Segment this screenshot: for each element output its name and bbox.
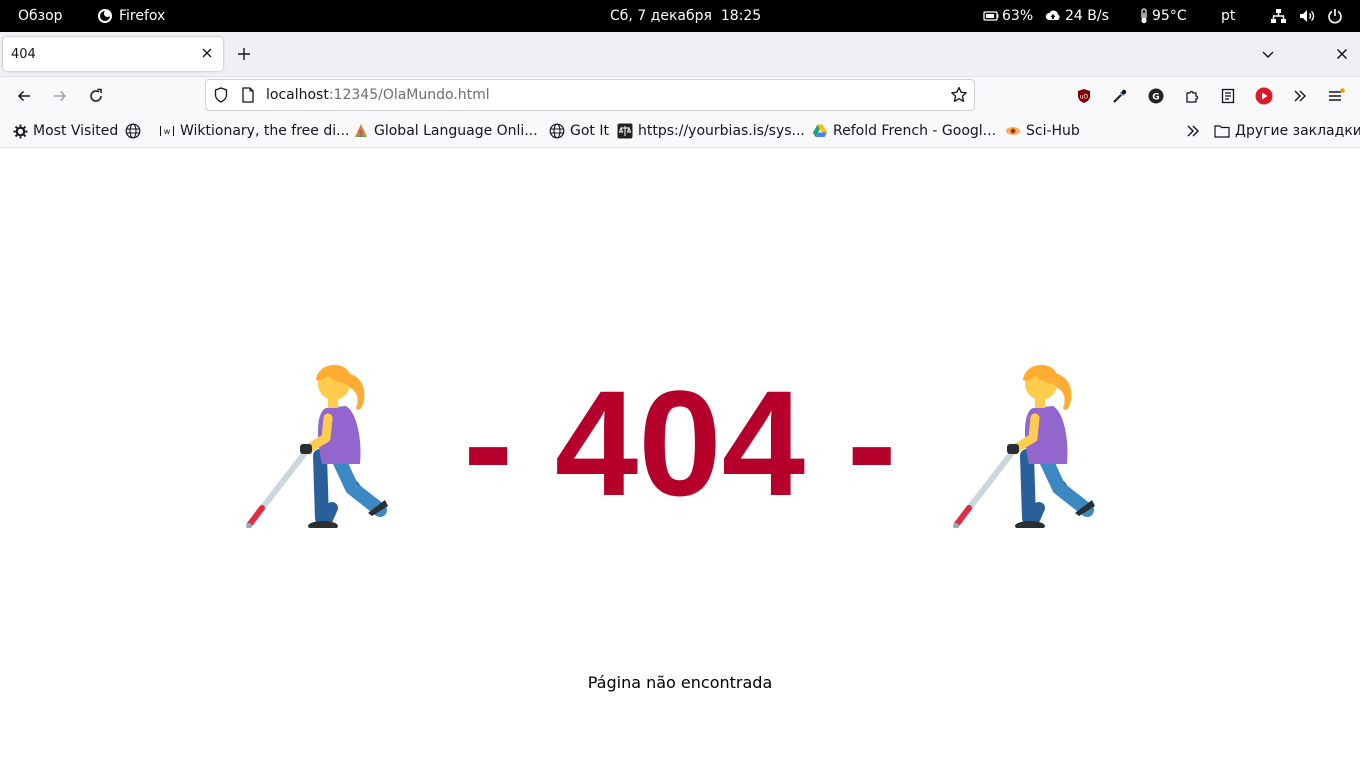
battery-indicator[interactable]: 63% xyxy=(983,0,1033,32)
arrow-left-icon xyxy=(17,90,30,102)
bookmark-label: Sci-Hub xyxy=(1026,123,1080,139)
bookmarks-toolbar: Most Visited w Wiktionary, the free di..… xyxy=(0,115,1360,148)
glossika-icon xyxy=(353,123,369,139)
reader-icon xyxy=(1221,88,1235,104)
bookmark-yourbias[interactable]: https://yourbias.is/sys... xyxy=(617,122,805,140)
bookmark-label: Wiktionary, the free di... xyxy=(180,123,350,139)
app-menu-button[interactable] xyxy=(1325,85,1347,107)
url-path: :12345/OlaMundo.html xyxy=(328,87,490,103)
bookmark-glossika[interactable]: Global Language Onli... xyxy=(353,122,538,140)
app-name: Firefox xyxy=(119,8,166,24)
keyboard-layout-indicator[interactable]: pt xyxy=(1221,0,1235,32)
bookmark-got-it[interactable]: Got It xyxy=(549,122,609,140)
bookmark-label: Global Language Onli... xyxy=(374,123,538,139)
bookmark-label: Most Visited xyxy=(33,123,119,139)
thermometer-icon xyxy=(1139,8,1149,24)
wiktionary-icon: w xyxy=(159,123,175,139)
bookmark-refold-french[interactable]: Refold French - Googl... xyxy=(812,122,996,140)
forward-button[interactable] xyxy=(49,85,71,107)
network-icon[interactable] xyxy=(1270,0,1287,32)
volume-icon[interactable] xyxy=(1298,0,1316,32)
system-top-bar: Обзор Firefox Сб, 7 декабря 18:25 63% 24… xyxy=(0,0,1360,32)
bookmark-star-icon[interactable] xyxy=(950,86,968,108)
close-icon xyxy=(1336,48,1348,60)
list-all-tabs-button[interactable] xyxy=(1258,44,1278,64)
bookmarks-overflow-button[interactable] xyxy=(1185,122,1201,140)
reload-button[interactable] xyxy=(85,85,107,107)
chevron-down-icon xyxy=(1262,51,1274,58)
woman-with-white-cane-icon xyxy=(947,358,1097,532)
svg-text:G: G xyxy=(1152,93,1159,103)
activities-label: Обзор xyxy=(18,8,63,24)
tracking-protection-shield-icon[interactable] xyxy=(213,87,229,107)
clock-text: Сб, 7 декабря 18:25 xyxy=(610,8,762,24)
folder-icon xyxy=(1214,123,1230,139)
page-content: - 404 - Página não encontrada xyxy=(0,148,1360,768)
play-circle-icon xyxy=(1255,87,1273,105)
youtube-extension[interactable] xyxy=(1253,85,1275,107)
hamburger-icon xyxy=(1329,88,1345,101)
bookmark-wiktionary[interactable]: w Wiktionary, the free di... xyxy=(159,122,349,140)
network-speed-text: 24 B/s xyxy=(1065,8,1109,24)
error-message: Página não encontrada xyxy=(587,673,773,692)
bookmark-sci-hub[interactable]: Sci-Hub xyxy=(1005,122,1080,140)
firefox-icon xyxy=(97,8,113,24)
url-host: localhost xyxy=(266,87,329,103)
temperature-text: 95°C xyxy=(1152,8,1187,24)
network-speed-indicator[interactable]: 24 B/s xyxy=(1045,0,1109,32)
svg-text:uO: uO xyxy=(1080,94,1089,101)
sci-hub-icon xyxy=(1005,123,1021,139)
eyedropper-extension[interactable] xyxy=(1109,85,1131,107)
url-text[interactable]: localhost:12345/OlaMundo.html xyxy=(266,87,490,103)
battery-text: 63% xyxy=(1002,8,1034,24)
google-drive-icon xyxy=(812,123,828,139)
chevron-double-right-icon xyxy=(1187,125,1199,137)
other-bookmarks-label: Другие закладки xyxy=(1235,123,1360,139)
reload-icon xyxy=(90,88,102,102)
tab-title: 404 xyxy=(11,46,36,62)
tab-404[interactable]: 404 xyxy=(3,37,223,71)
back-button[interactable] xyxy=(13,85,35,107)
grammarly-extension[interactable]: G xyxy=(1145,85,1167,107)
app-menu[interactable]: Firefox xyxy=(97,0,165,32)
battery-icon xyxy=(983,9,999,23)
reader-view-button[interactable] xyxy=(1217,85,1239,107)
clock[interactable]: Сб, 7 декабря 18:25 xyxy=(610,0,761,32)
bookmark-label: https://yourbias.is/sys... xyxy=(638,123,805,139)
overflow-menu-button[interactable] xyxy=(1289,85,1311,107)
window-close-button[interactable] xyxy=(1332,44,1352,64)
tab-strip: 404 xyxy=(0,32,1360,77)
close-tab-icon[interactable] xyxy=(199,45,215,61)
bookmark-unnamed[interactable] xyxy=(125,122,146,140)
temperature-indicator[interactable]: 95°C xyxy=(1139,0,1187,32)
new-tab-button[interactable] xyxy=(234,44,254,64)
bookmark-label: Got It xyxy=(570,123,609,139)
puzzle-icon xyxy=(1186,90,1199,103)
ublock-icon: uO xyxy=(1078,89,1090,103)
cloud-upload-icon xyxy=(1045,9,1061,23)
chevron-double-right-icon xyxy=(1294,90,1306,102)
svg-text:w: w xyxy=(164,127,171,136)
keyboard-layout-text: pt xyxy=(1221,8,1236,24)
eyedropper-icon xyxy=(1113,89,1127,103)
globe-icon xyxy=(549,123,565,139)
gear-icon xyxy=(12,123,28,139)
grammarly-icon: G xyxy=(1148,88,1164,104)
ublock-origin-extension[interactable]: uO xyxy=(1073,85,1095,107)
plus-icon xyxy=(238,48,250,60)
other-bookmarks-folder[interactable]: Другие закладки xyxy=(1214,122,1360,140)
yourbias-icon xyxy=(617,123,633,139)
globe-icon xyxy=(125,123,141,139)
activities-button[interactable]: Обзор xyxy=(18,0,63,32)
address-bar[interactable]: localhost:12345/OlaMundo.html xyxy=(205,79,975,111)
navigation-toolbar: localhost:12345/OlaMundo.html uO G xyxy=(0,77,1360,115)
bookmark-label: Refold French - Googl... xyxy=(833,123,997,139)
page-info-icon[interactable] xyxy=(241,87,255,107)
error-heading: - 404 - xyxy=(463,359,897,527)
bookmark-most-visited[interactable]: Most Visited xyxy=(12,122,118,140)
extensions-button[interactable] xyxy=(1181,85,1203,107)
arrow-right-icon xyxy=(54,90,67,102)
power-icon[interactable] xyxy=(1327,0,1343,32)
